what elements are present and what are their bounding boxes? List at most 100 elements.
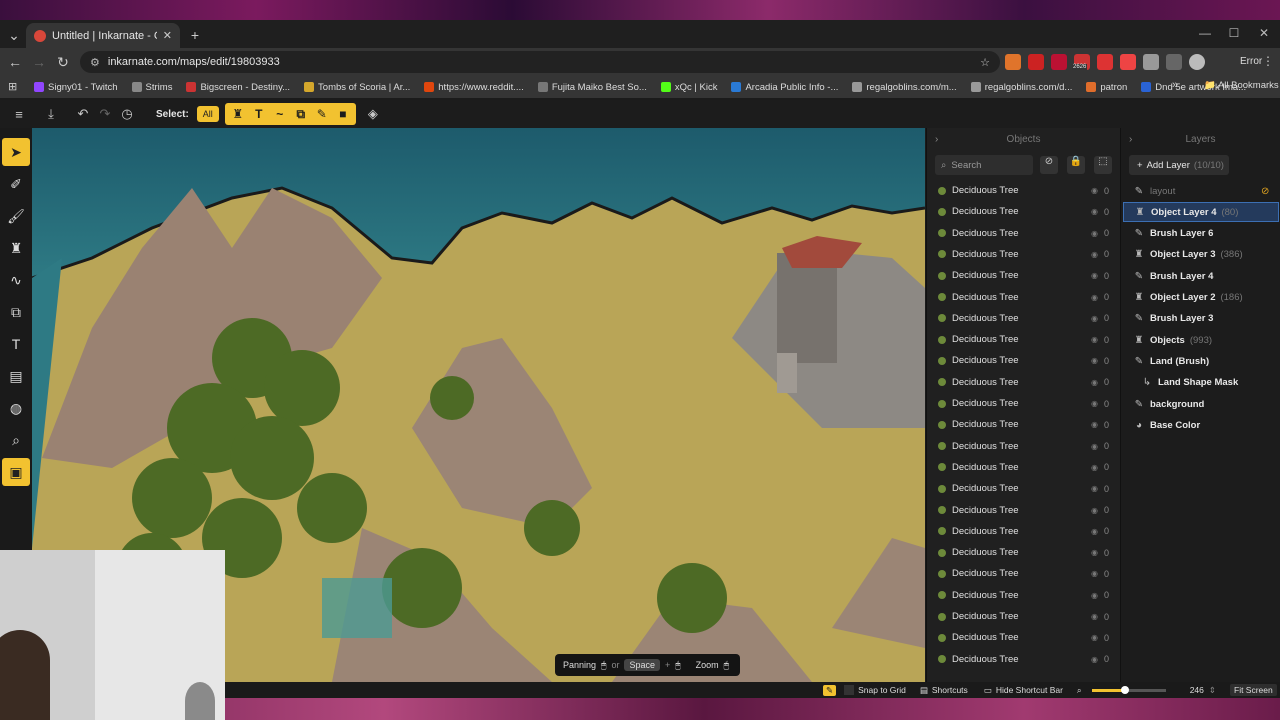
object-list-item[interactable]: Deciduous Tree ◉ 0 — [927, 393, 1121, 414]
layer-item[interactable]: ↳ Land Shape Mask — [1123, 373, 1279, 393]
select-brush-icon[interactable]: ✎ — [312, 104, 332, 124]
layer-item[interactable]: ♜ Object Layer 4 (80) — [1123, 202, 1279, 223]
zoom-slider[interactable] — [1091, 685, 1166, 694]
layer-item[interactable]: ♜ Object Layer 2 (186) — [1123, 288, 1279, 308]
globe-tool-icon[interactable]: ◍ — [2, 394, 30, 422]
shortcuts-button[interactable]: ▤ Shortcuts — [920, 685, 968, 696]
object-list-item[interactable]: Deciduous Tree ◉ 0 — [927, 585, 1121, 606]
site-info-icon[interactable]: ⚙ — [90, 56, 100, 69]
media-icon[interactable] — [1166, 54, 1182, 70]
zoom-slider-handle[interactable] — [1120, 685, 1129, 694]
layer-item[interactable]: ✎ Brush Layer 6 — [1123, 224, 1279, 244]
object-list-item[interactable]: Deciduous Tree ◉ 0 — [927, 201, 1121, 222]
extension-icon[interactable] — [1051, 54, 1067, 70]
layer-item[interactable]: ✎ Land (Brush) — [1123, 351, 1279, 371]
visibility-icon[interactable]: ◉ — [1091, 506, 1098, 515]
redo-icon[interactable]: ↷ — [94, 103, 116, 125]
fit-screen-button[interactable]: Fit Screen — [1230, 684, 1277, 696]
extensions-puzzle-icon[interactable] — [1143, 54, 1159, 70]
visibility-icon[interactable]: ◉ — [1091, 569, 1098, 578]
extension-icon[interactable] — [1120, 54, 1136, 70]
visibility-icon[interactable]: ◉ — [1091, 207, 1098, 216]
lock-icon[interactable]: 🔒 — [1067, 156, 1085, 174]
select-tool-icon[interactable]: ➤ — [2, 138, 30, 166]
address-bar[interactable]: ⚙ inkarnate.com/maps/edit/19803933 ☆ — [80, 51, 1000, 73]
extension-badge-icon[interactable]: 2626 — [1072, 54, 1090, 70]
menu-kebab-icon[interactable]: ⋮ — [1262, 54, 1274, 68]
extension-icon[interactable] — [1005, 54, 1021, 70]
bookmark-item[interactable]: patron — [1086, 82, 1127, 93]
bookmark-item[interactable]: Fujita Maiko Best So... — [537, 82, 647, 93]
bookmark-item[interactable]: Signy01 - Twitch — [34, 82, 118, 93]
pencil-toggle-icon[interactable]: ✎ — [823, 684, 837, 696]
browser-tab[interactable]: Untitled | Inkarnate - Create Fa ✕ — [26, 23, 180, 48]
object-list-item[interactable]: Deciduous Tree ◉ 0 — [927, 244, 1121, 265]
close-tab-icon[interactable]: ✕ — [163, 29, 172, 42]
visibility-icon[interactable]: ◉ — [1091, 229, 1098, 238]
object-list-item[interactable]: Deciduous Tree ◉ 0 — [927, 436, 1121, 457]
tab-search-icon[interactable]: ⌄ — [2, 23, 26, 47]
bookmark-item[interactable]: Bigscreen - Destiny... — [186, 82, 290, 93]
object-list-item[interactable]: Deciduous Tree ◉ 0 — [927, 265, 1121, 286]
stamp-tool-icon[interactable]: ♜ — [2, 234, 30, 262]
shape-tool-icon[interactable]: ⧉ — [2, 298, 30, 326]
object-list-item[interactable]: Deciduous Tree ◉ 0 — [927, 500, 1121, 521]
forward-icon[interactable]: → — [27, 50, 51, 74]
bookmark-item[interactable]: Tombs of Scoria | Ar... — [304, 82, 410, 93]
object-list-item[interactable]: Deciduous Tree ◉ 0 — [927, 180, 1121, 201]
visibility-icon[interactable]: ◉ — [1091, 527, 1098, 536]
object-list-item[interactable]: Deciduous Tree ◉ 0 — [927, 627, 1121, 648]
hidden-eye-icon[interactable]: ⊘ — [1261, 186, 1269, 197]
all-bookmarks-button[interactable]: 📁 All Bookmarks — [1204, 80, 1279, 91]
layer-item[interactable]: ✎ background — [1123, 394, 1279, 414]
note-tool-icon[interactable]: ▤ — [2, 362, 30, 390]
visibility-icon[interactable]: ◉ — [1091, 548, 1098, 557]
layer-item[interactable]: ✎ Brush Layer 3 — [1123, 309, 1279, 329]
new-tab-icon[interactable]: + — [183, 23, 207, 47]
brush-tool-icon[interactable]: 🖌 — [2, 202, 30, 230]
more-bookmarks-icon[interactable]: » — [1172, 79, 1178, 91]
object-list-item[interactable]: Deciduous Tree ◉ 0 — [927, 649, 1121, 670]
back-icon[interactable]: ← — [3, 50, 27, 74]
object-list-item[interactable]: Deciduous Tree ◉ 0 — [927, 223, 1121, 244]
visibility-icon[interactable]: ◉ — [1091, 378, 1098, 387]
object-list-item[interactable]: Deciduous Tree ◉ 0 — [927, 606, 1121, 627]
visibility-icon[interactable]: ◉ — [1091, 591, 1098, 600]
bookmark-item[interactable]: regalgoblins.com/d... — [970, 82, 1072, 93]
object-list-item[interactable]: Deciduous Tree ◉ 0 — [927, 329, 1121, 350]
select-fill-icon[interactable]: ■ — [333, 104, 353, 124]
select-area-icon[interactable]: ⬚ — [1094, 156, 1112, 174]
hide-all-eye-icon[interactable]: ⊘ — [1040, 156, 1058, 174]
visibility-icon[interactable]: ◉ — [1091, 250, 1098, 259]
profile-icon[interactable] — [1189, 54, 1205, 70]
layer-item[interactable]: ♜ Objects (993) — [1123, 330, 1279, 350]
object-list-item[interactable]: Deciduous Tree ◉ 0 — [927, 478, 1121, 499]
visibility-icon[interactable]: ◉ — [1091, 186, 1098, 195]
visibility-icon[interactable]: ◉ — [1091, 356, 1098, 365]
select-path-icon[interactable]: ~ — [270, 104, 290, 124]
error-button[interactable]: Error — [1240, 56, 1262, 67]
visibility-icon[interactable]: ◉ — [1091, 633, 1098, 642]
object-list-item[interactable]: Deciduous Tree ◉ 0 — [927, 372, 1121, 393]
minimize-icon[interactable]: — — [1190, 22, 1220, 44]
maximize-icon[interactable]: ☐ — [1219, 22, 1249, 44]
visibility-icon[interactable]: ◉ — [1091, 335, 1098, 344]
visibility-icon[interactable]: ◉ — [1091, 442, 1098, 451]
reload-icon[interactable]: ↻ — [51, 50, 75, 74]
eyedropper-tool-icon[interactable]: ✐ — [2, 170, 30, 198]
history-icon[interactable]: ◷ — [116, 103, 138, 125]
object-list-item[interactable]: Deciduous Tree ◉ 0 — [927, 287, 1121, 308]
visibility-icon[interactable]: ◉ — [1091, 271, 1098, 280]
select-objects-icon[interactable]: ♜ — [228, 104, 248, 124]
hamburger-menu-icon[interactable]: ≡ — [8, 103, 30, 125]
visibility-icon[interactable]: ◉ — [1091, 484, 1098, 493]
zoom-stepper-icon[interactable]: ⇕ — [1209, 685, 1216, 696]
add-layer-button[interactable]: + Add Layer (10/10) — [1129, 155, 1229, 175]
zoom-tool-icon[interactable]: ⌕ — [2, 426, 30, 454]
select-shape-icon[interactable]: ⧉ — [291, 104, 311, 124]
visibility-icon[interactable]: ◉ — [1091, 293, 1098, 302]
apps-grid-icon[interactable]: ⊞ — [8, 80, 17, 93]
visibility-icon[interactable]: ◉ — [1091, 399, 1098, 408]
export-icon[interactable]: ⤓ — [40, 103, 62, 125]
object-list-item[interactable]: Deciduous Tree ◉ 0 — [927, 457, 1121, 478]
